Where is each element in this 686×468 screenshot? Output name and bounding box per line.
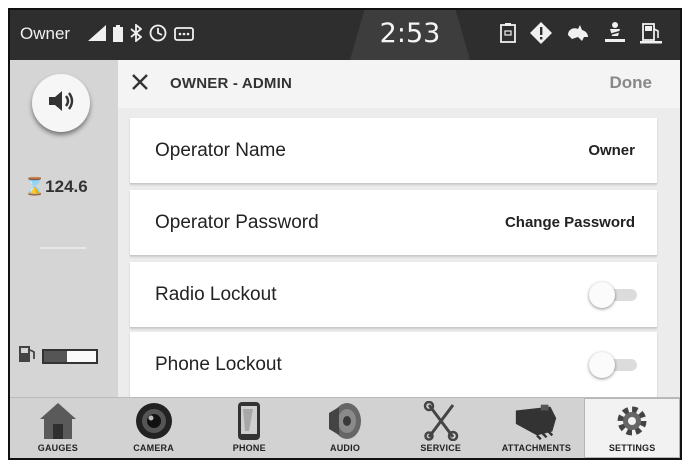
nav-label: CAMERA bbox=[133, 443, 174, 453]
status-bar: Owner 2:53 bbox=[10, 10, 680, 60]
engine-hours-value: 124.6 bbox=[45, 177, 88, 196]
toggle-knob bbox=[589, 352, 615, 378]
setting-label: Operator Name bbox=[155, 140, 286, 161]
bluetooth-icon bbox=[130, 23, 143, 47]
nav-label: AUDIO bbox=[330, 443, 361, 453]
toggle-knob bbox=[589, 282, 615, 308]
owner-label: Owner bbox=[20, 24, 71, 43]
clock: 2:53 bbox=[379, 18, 441, 49]
house-icon bbox=[34, 402, 82, 440]
signal-icon bbox=[88, 25, 106, 46]
seatbelt-icon bbox=[604, 22, 626, 50]
bottom-nav: GAUGES CAMERA PHONE AUDIO SERVICE ATTACH… bbox=[10, 397, 680, 458]
phone-icon bbox=[225, 402, 273, 440]
change-password-button[interactable]: Change Password bbox=[505, 214, 635, 231]
fuel-icon bbox=[640, 22, 662, 50]
close-button[interactable] bbox=[128, 71, 152, 95]
rail-divider bbox=[40, 247, 86, 249]
volume-button[interactable] bbox=[32, 74, 90, 132]
page-header: OWNER - ADMIN Done bbox=[118, 60, 680, 108]
battery-icon bbox=[113, 24, 123, 47]
setting-row-operator-password[interactable]: Operator Password Change Password bbox=[130, 190, 657, 256]
done-button[interactable]: Done bbox=[610, 73, 653, 93]
document-icon bbox=[500, 23, 516, 49]
setting-label: Operator Password bbox=[155, 212, 319, 233]
setting-value: Owner bbox=[588, 142, 635, 159]
nav-item-gauges[interactable]: GAUGES bbox=[10, 398, 106, 458]
speed-icon bbox=[566, 23, 590, 49]
speaker-icon bbox=[47, 89, 75, 118]
nav-label: ATTACHMENTS bbox=[501, 443, 572, 453]
nav-label: SERVICE bbox=[420, 443, 462, 453]
camera-icon bbox=[130, 402, 178, 440]
nav-item-camera[interactable]: CAMERA bbox=[106, 398, 202, 458]
warning-icon bbox=[530, 22, 552, 50]
setting-row-radio-lockout: Radio Lockout bbox=[130, 262, 657, 328]
left-rail: ⌛124.6 bbox=[10, 60, 118, 397]
gear-icon bbox=[608, 402, 656, 440]
nav-item-attachments[interactable]: ATTACHMENTS bbox=[489, 398, 585, 458]
nav-item-audio[interactable]: AUDIO bbox=[297, 398, 393, 458]
fuel-level-fill bbox=[44, 351, 68, 362]
radio-lockout-toggle[interactable] bbox=[589, 282, 639, 308]
nav-label: GAUGES bbox=[37, 443, 78, 453]
page-title: OWNER - ADMIN bbox=[170, 75, 293, 92]
bucket-icon bbox=[512, 402, 560, 440]
nav-label: SETTINGS bbox=[608, 443, 656, 453]
nav-item-service[interactable]: SERVICE bbox=[393, 398, 489, 458]
phone-lockout-toggle[interactable] bbox=[589, 352, 639, 378]
setting-label: Phone Lockout bbox=[155, 354, 282, 375]
wrench-icon bbox=[417, 401, 465, 441]
setting-row-phone-lockout: Phone Lockout bbox=[130, 332, 657, 397]
close-icon bbox=[132, 69, 148, 97]
speaker-cone-icon bbox=[321, 402, 369, 440]
message-icon bbox=[174, 26, 194, 46]
display-screen: Owner 2:53 ⌛124.6 OWNER - ADMIN Done Ope… bbox=[8, 8, 682, 460]
nav-item-settings[interactable]: SETTINGS bbox=[584, 398, 680, 458]
status-icons-left bbox=[88, 23, 194, 47]
hourglass-icon: ⌛ bbox=[24, 177, 46, 196]
setting-label: Radio Lockout bbox=[155, 284, 277, 305]
nav-label: PHONE bbox=[232, 443, 266, 453]
fuel-level-bar bbox=[42, 349, 98, 364]
setting-row-operator-name[interactable]: Operator Name Owner bbox=[130, 118, 657, 184]
clock-icon bbox=[149, 24, 167, 47]
settings-list: Operator Name Owner Operator Password Ch… bbox=[118, 108, 680, 397]
fuel-pump-icon bbox=[18, 345, 38, 368]
nav-item-phone[interactable]: PHONE bbox=[201, 398, 297, 458]
status-icons-right bbox=[500, 22, 662, 50]
fuel-gauge bbox=[18, 345, 98, 368]
engine-hours: ⌛124.6 bbox=[24, 177, 88, 197]
